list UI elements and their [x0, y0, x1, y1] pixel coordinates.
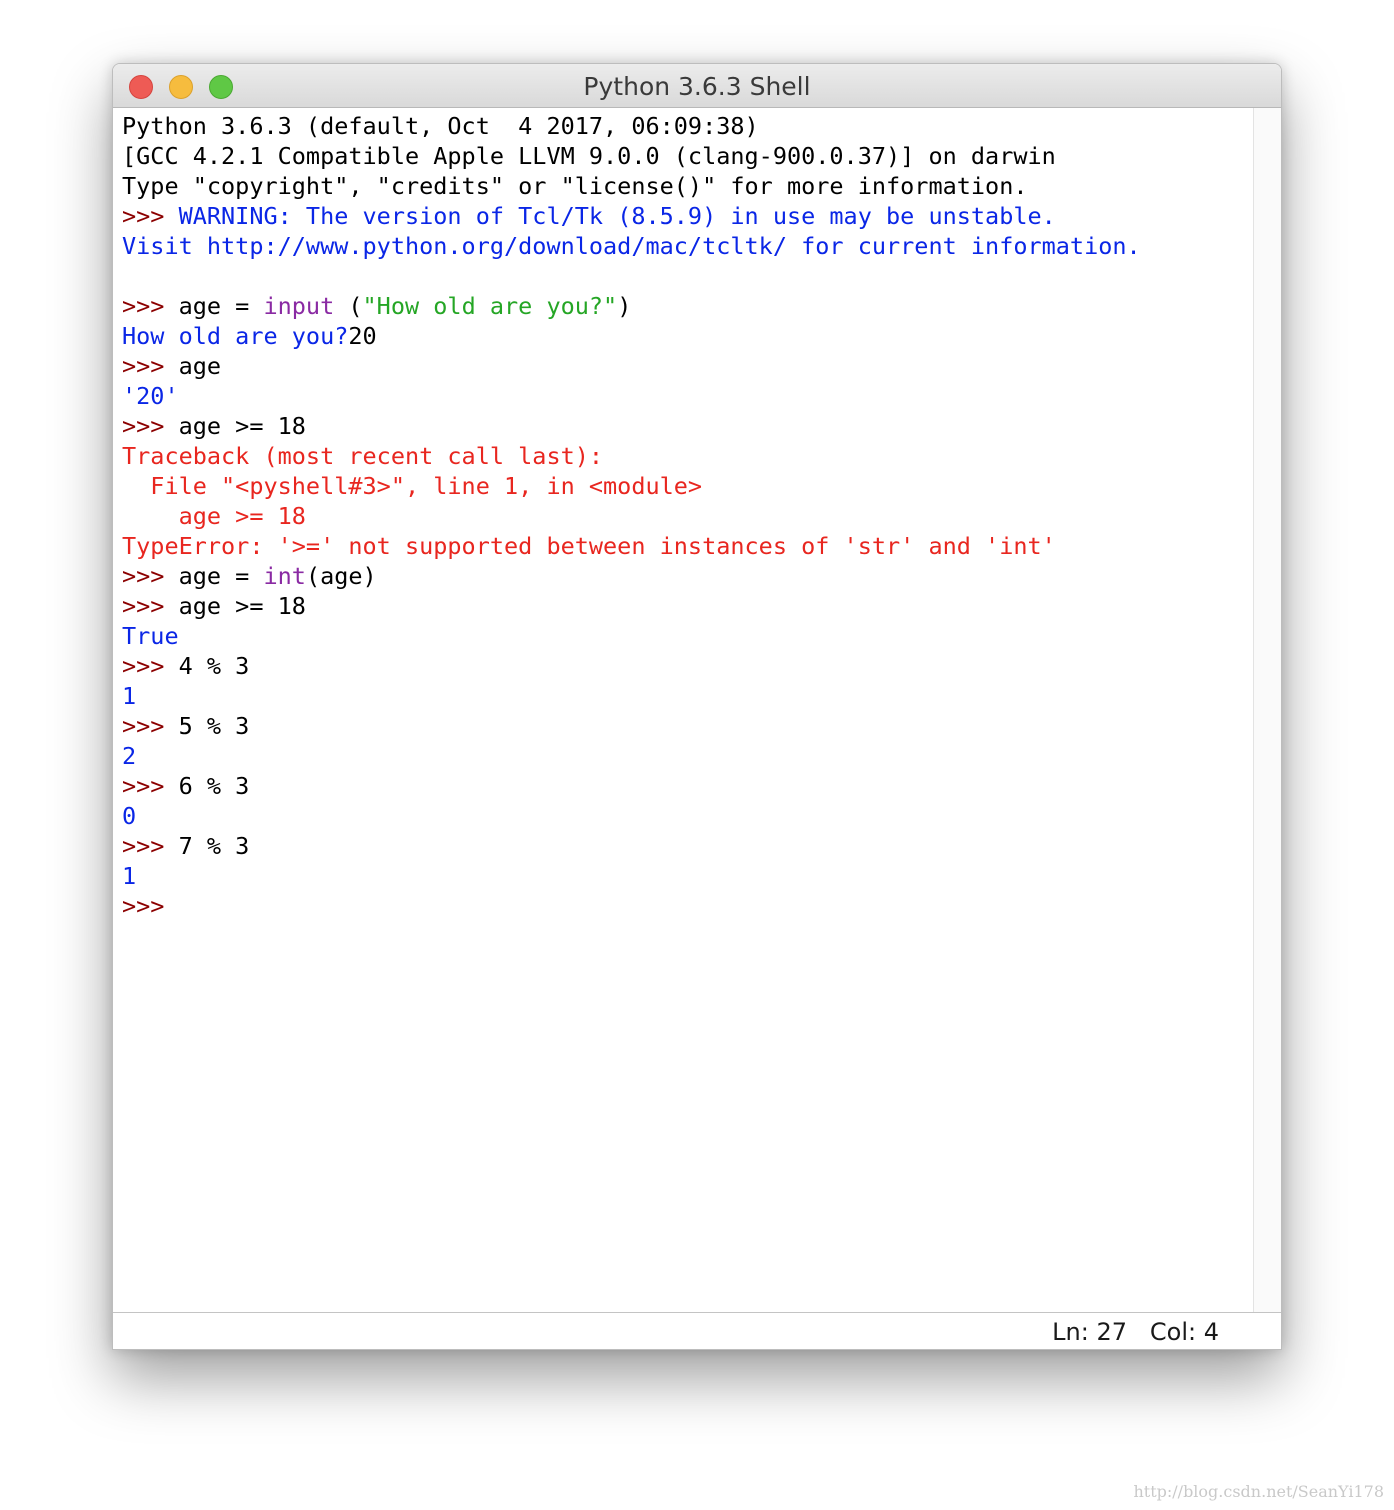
code-text: age	[178, 352, 222, 380]
shell-prompt: >>>	[122, 592, 179, 620]
output-line: 2	[122, 742, 137, 770]
code-text: (	[334, 292, 363, 320]
code-text: 5 % 3	[178, 712, 250, 740]
output-line: '20'	[122, 382, 179, 410]
output-line: True	[122, 622, 179, 650]
shell-prompt: >>>	[122, 712, 179, 740]
shell-prompt: >>>	[122, 292, 179, 320]
banner-line: [GCC 4.2.1 Compatible Apple LLVM 9.0.0 (…	[122, 142, 1056, 170]
code-text: age =	[178, 292, 264, 320]
output-line: 0	[122, 802, 137, 830]
input-line: >>> age	[122, 351, 1253, 381]
error-line: TypeError: '>=' not supported between in…	[122, 532, 1056, 560]
input-line: >>> 6 % 3	[122, 771, 1253, 801]
window-title: Python 3.6.3 Shell	[583, 72, 811, 101]
cursor-position: Ln: 27 Col: 4	[1052, 1318, 1219, 1346]
code-text: (age)	[305, 562, 377, 590]
builtin-keyword: int	[263, 562, 306, 590]
shell-text-area[interactable]: Python 3.6.3 (default, Oct 4 2017, 06:09…	[113, 108, 1253, 1312]
shell-prompt: >>>	[122, 412, 179, 440]
shell-prompt: >>>	[122, 202, 179, 230]
shell-prompt: >>>	[122, 352, 179, 380]
banner-line: Type "copyright", "credits" or "license(…	[122, 172, 1028, 200]
idle-shell-window: Python 3.6.3 Shell Python 3.6.3 (default…	[112, 63, 1282, 1350]
shell-prompt: >>>	[122, 562, 179, 590]
string-literal: "How old are you?"	[362, 292, 618, 320]
code-text: age =	[178, 562, 264, 590]
input-line: >>> 4 % 3	[122, 651, 1253, 681]
shell-prompt: >>>	[122, 892, 165, 920]
warning-text: WARNING: The version of Tcl/Tk (8.5.9) i…	[178, 202, 1056, 230]
input-line: >>> 7 % 3	[122, 831, 1253, 861]
current-input-line[interactable]: >>>	[122, 891, 1253, 921]
watermark: http://blog.csdn.net/SeanYi178	[1133, 1482, 1384, 1501]
shell-prompt: >>>	[122, 772, 179, 800]
code-text: )	[617, 292, 632, 320]
output-line: 1	[122, 682, 137, 710]
input-line: >>> age = int(age)	[122, 561, 1253, 591]
input-prompt-output: How old are you?	[122, 322, 349, 350]
code-text: age >= 18	[178, 412, 306, 440]
traceback-line: File "<pyshell#3>", line 1, in <module>	[122, 472, 703, 500]
traceback-line: Traceback (most recent call last):	[122, 442, 604, 470]
banner-line: Python 3.6.3 (default, Oct 4 2017, 06:09…	[122, 112, 759, 140]
output-line: How old are you?20	[122, 321, 1253, 351]
traceback-line: age >= 18	[122, 502, 306, 530]
screen: Python 3.6.3 Shell Python 3.6.3 (default…	[0, 0, 1394, 1510]
input-line: >>> age >= 18	[122, 411, 1253, 441]
warning-line: >>> WARNING: The version of Tcl/Tk (8.5.…	[122, 201, 1253, 231]
output-line: 1	[122, 862, 137, 890]
code-text: age >= 18	[178, 592, 306, 620]
input-line: >>> age = input ("How old are you?")	[122, 291, 1253, 321]
builtin-keyword: input	[263, 292, 335, 320]
warning-line: Visit http://www.python.org/download/mac…	[122, 232, 1141, 260]
title-bar[interactable]: Python 3.6.3 Shell	[113, 64, 1281, 108]
shell-prompt: >>>	[122, 832, 179, 860]
typed-value: 20	[348, 322, 377, 350]
status-bar: Ln: 27 Col: 4	[113, 1312, 1281, 1349]
input-line: >>> age >= 18	[122, 591, 1253, 621]
code-text: 7 % 3	[178, 832, 250, 860]
input-line: >>> 5 % 3	[122, 711, 1253, 741]
shell-prompt: >>>	[122, 652, 179, 680]
code-text: 4 % 3	[178, 652, 250, 680]
vertical-scrollbar[interactable]	[1253, 108, 1281, 1312]
code-text: 6 % 3	[178, 772, 250, 800]
